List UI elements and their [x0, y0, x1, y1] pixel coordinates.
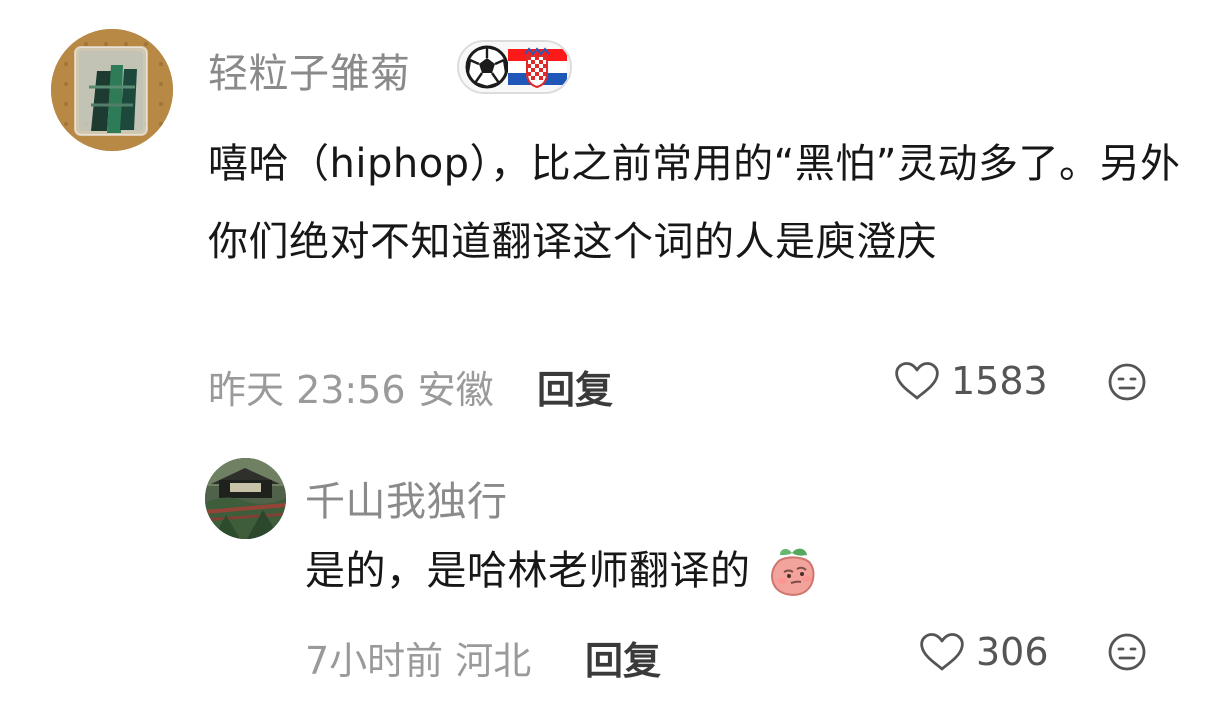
like-count: 1583: [951, 359, 1048, 403]
username[interactable]: 轻粒子雏菊: [208, 41, 411, 99]
user-badge: [457, 40, 572, 94]
heart-icon: [893, 361, 941, 401]
reply-button[interactable]: 回复: [537, 359, 613, 414]
emoji-face-icon[interactable]: [1107, 632, 1147, 672]
reply-button[interactable]: 回复: [585, 630, 661, 685]
peach-emoji-icon: [767, 545, 819, 597]
croatia-flag-icon: [508, 47, 567, 89]
avatar[interactable]: [205, 458, 286, 539]
like-button[interactable]: 1583: [893, 359, 1048, 403]
like-count: 306: [976, 630, 1049, 674]
heart-icon: [918, 632, 966, 672]
like-button[interactable]: 306: [918, 630, 1049, 674]
comment-time-location: 7小时前 河北: [305, 639, 532, 683]
avatar[interactable]: [51, 29, 173, 151]
emoji-face-icon[interactable]: [1107, 362, 1147, 402]
soccer-ball-icon: [465, 45, 509, 89]
comment-text: 嘻哈（hiphop），比之前常用的“黑怕”灵动多了。另外你们绝对不知道翻译这个词…: [208, 141, 1181, 265]
username[interactable]: 千山我独行: [305, 469, 508, 527]
comment-time-location: 昨天 23:56 安徽: [208, 368, 494, 412]
comment-text: 是的，是哈林老师翻译的: [305, 548, 751, 594]
comment-text-block: 是的，是哈林老师翻译的: [305, 541, 1065, 601]
